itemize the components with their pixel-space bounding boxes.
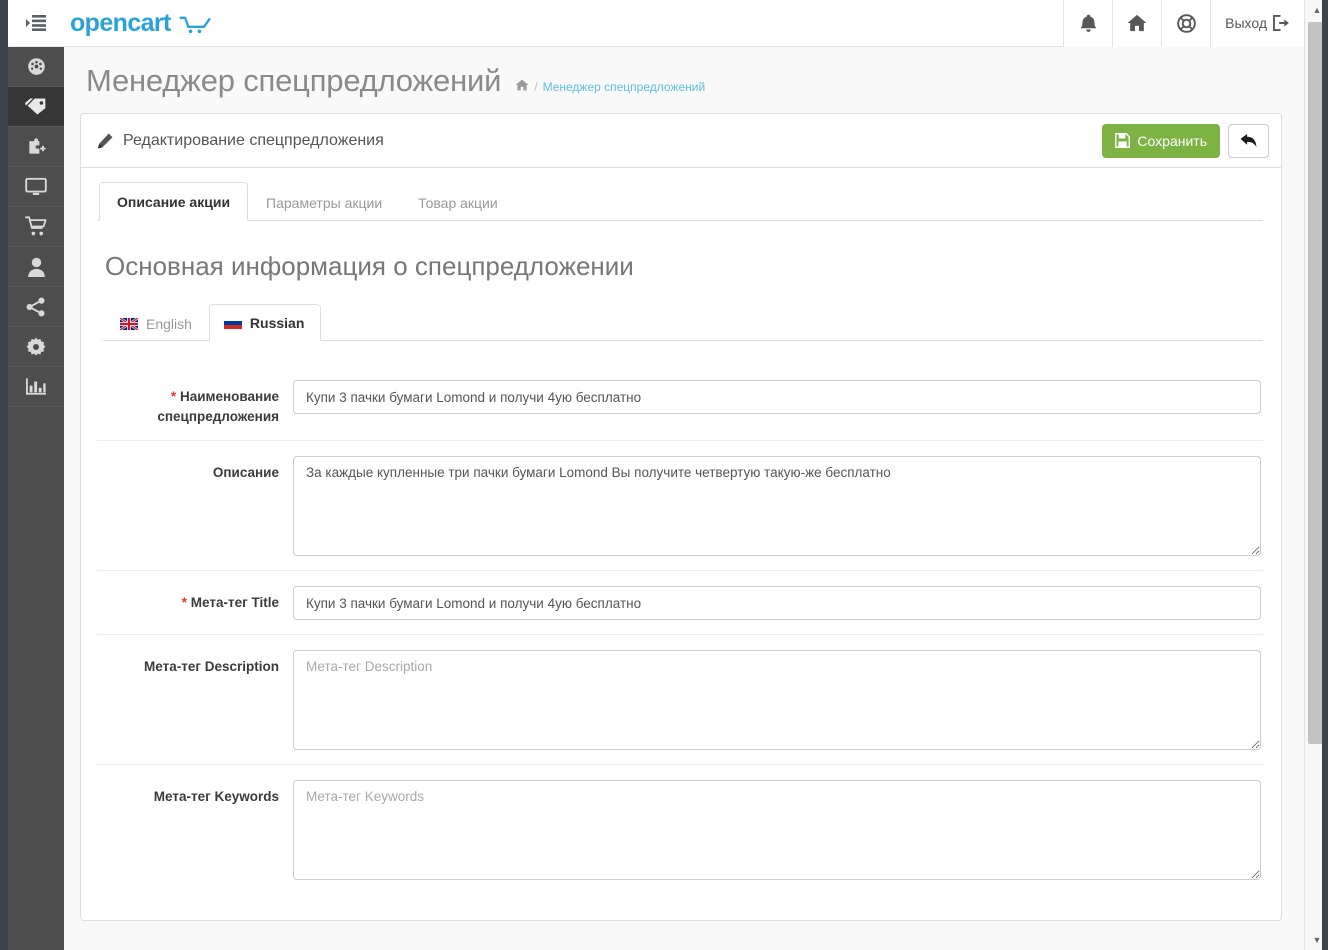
offer-tabs: Описание акции Параметры акции Товар акц… xyxy=(97,182,1263,221)
opencart-logo[interactable]: opencart xyxy=(70,9,211,38)
panel-header: Редактирование спецпредложения Сохранить xyxy=(81,114,1281,168)
window-left-edge xyxy=(0,0,8,950)
form-row-offer-name: * Наименование спецпредложения xyxy=(97,365,1263,440)
edit-offer-panel: Редактирование спецпредложения Сохранить xyxy=(80,113,1282,921)
puzzle-plus-icon xyxy=(26,137,46,157)
notifications-button[interactable] xyxy=(1063,0,1112,47)
language-tab-russian-label: Russian xyxy=(250,315,304,331)
required-marker-meta-title: * xyxy=(182,595,187,610)
form-row-offer-description: Описание xyxy=(97,440,1263,570)
storefront-button[interactable] xyxy=(1112,0,1161,47)
meta-title-input[interactable] xyxy=(293,586,1261,620)
offer-name-input[interactable] xyxy=(293,380,1261,414)
label-offer-name: * Наименование спецпредложения xyxy=(97,380,293,426)
breadcrumb: / Менеджер спецпредложений xyxy=(515,79,705,94)
logout-button[interactable]: Выход xyxy=(1210,0,1304,47)
meta-description-textarea[interactable] xyxy=(293,650,1261,750)
logo-text: opencart xyxy=(70,9,171,38)
gear-icon xyxy=(26,337,46,357)
main-sidebar xyxy=(8,0,64,950)
meta-keywords-textarea[interactable] xyxy=(293,780,1261,880)
home-icon xyxy=(1127,14,1147,32)
back-button[interactable] xyxy=(1228,124,1269,158)
back-arrow-icon xyxy=(1240,133,1257,148)
label-meta-title-text: Мета-тег Title xyxy=(191,595,279,610)
offer-description-textarea[interactable] xyxy=(293,456,1261,556)
shopping-cart-icon xyxy=(25,216,47,237)
required-marker-offer-name: * xyxy=(171,389,176,404)
sidebar-item-extensions[interactable] xyxy=(8,127,64,167)
browser-viewport: opencart xyxy=(0,0,1328,950)
sidebar-item-customers[interactable] xyxy=(8,247,64,287)
label-meta-keywords: Мета-тег Keywords xyxy=(97,780,293,880)
cart-logo-icon xyxy=(179,16,211,34)
user-icon xyxy=(27,257,46,277)
breadcrumb-current-link[interactable]: Менеджер спецпредложений xyxy=(543,80,706,94)
sidebar-item-marketing[interactable] xyxy=(8,287,64,327)
label-meta-keywords-text: Мета-тег Keywords xyxy=(154,789,279,804)
bar-chart-icon xyxy=(26,377,46,396)
tab-offer-description[interactable]: Описание акции xyxy=(99,182,248,221)
language-tab-english[interactable]: English xyxy=(105,305,209,341)
section-title: Основная информация о спецпредложении xyxy=(105,251,1263,282)
label-meta-description-text: Мета-тег Description xyxy=(144,659,279,674)
sidebar-item-design[interactable] xyxy=(8,167,64,207)
life-ring-icon xyxy=(1177,14,1196,33)
panel-title-group: Редактирование спецпредложения xyxy=(97,132,384,150)
logout-label: Выход xyxy=(1225,15,1267,31)
list-indent-icon xyxy=(26,15,46,31)
panel-body: Описание акции Параметры акции Товар акц… xyxy=(81,168,1281,920)
breadcrumb-separator: / xyxy=(534,80,537,94)
ru-flag-icon xyxy=(224,317,242,329)
dashboard-gauge-icon xyxy=(26,56,47,77)
save-button-label: Сохранить xyxy=(1137,133,1207,149)
top-header-bar: opencart xyxy=(64,0,1304,47)
label-offer-name-text: Наименование спецпредложения xyxy=(157,389,279,424)
sign-out-icon xyxy=(1273,15,1290,31)
form-row-meta-keywords: Мета-тег Keywords xyxy=(97,764,1263,894)
bell-icon xyxy=(1080,14,1097,33)
page-title: Менеджер спецпредложений xyxy=(86,63,501,99)
breadcrumb-home-icon[interactable] xyxy=(515,79,529,94)
sidebar-item-sales[interactable] xyxy=(8,207,64,247)
sidebar-item-catalog[interactable] xyxy=(8,87,64,127)
language-tab-russian[interactable]: Russian xyxy=(209,304,321,341)
sidebar-item-dashboard[interactable] xyxy=(8,47,64,87)
tab-offer-parameters[interactable]: Параметры акции xyxy=(248,183,400,221)
gb-flag-icon xyxy=(120,318,138,330)
sidebar-item-system[interactable] xyxy=(8,327,64,367)
form-row-meta-title: * Мета-тег Title xyxy=(97,570,1263,634)
control-wrap-meta-title xyxy=(293,586,1263,620)
control-wrap-meta-description xyxy=(293,650,1263,750)
control-wrap-offer-description xyxy=(293,456,1263,556)
label-offer-description-text: Описание xyxy=(213,465,279,480)
language-tab-english-label: English xyxy=(146,316,192,332)
control-wrap-offer-name xyxy=(293,380,1263,426)
sidebar-toggle-button[interactable] xyxy=(8,0,64,47)
sidebar-item-reports[interactable] xyxy=(8,367,64,407)
language-tabs: English Russian xyxy=(103,304,1263,341)
tags-icon xyxy=(25,96,48,117)
pencil-icon xyxy=(97,133,113,149)
label-meta-description: Мета-тег Description xyxy=(97,650,293,750)
label-meta-title: * Мета-тег Title xyxy=(97,586,293,620)
offer-form: * Наименование спецпредложения Описание xyxy=(97,365,1263,894)
form-row-meta-description: Мета-тег Description xyxy=(97,634,1263,764)
support-button[interactable] xyxy=(1161,0,1210,47)
page-header: Менеджер спецпредложений / Менеджер спец… xyxy=(64,47,1304,109)
monitor-icon xyxy=(25,177,47,197)
control-wrap-meta-keywords xyxy=(293,780,1263,880)
panel-title: Редактирование спецпредложения xyxy=(123,132,384,150)
floppy-disk-icon xyxy=(1115,133,1130,148)
share-icon xyxy=(26,297,46,317)
label-offer-description: Описание xyxy=(97,456,293,556)
page-content: Менеджер спецпредложений / Менеджер спец… xyxy=(64,47,1304,950)
tab-offer-products[interactable]: Товар акции xyxy=(400,183,516,221)
save-button[interactable]: Сохранить xyxy=(1102,124,1220,158)
window-right-edge xyxy=(1322,0,1328,950)
